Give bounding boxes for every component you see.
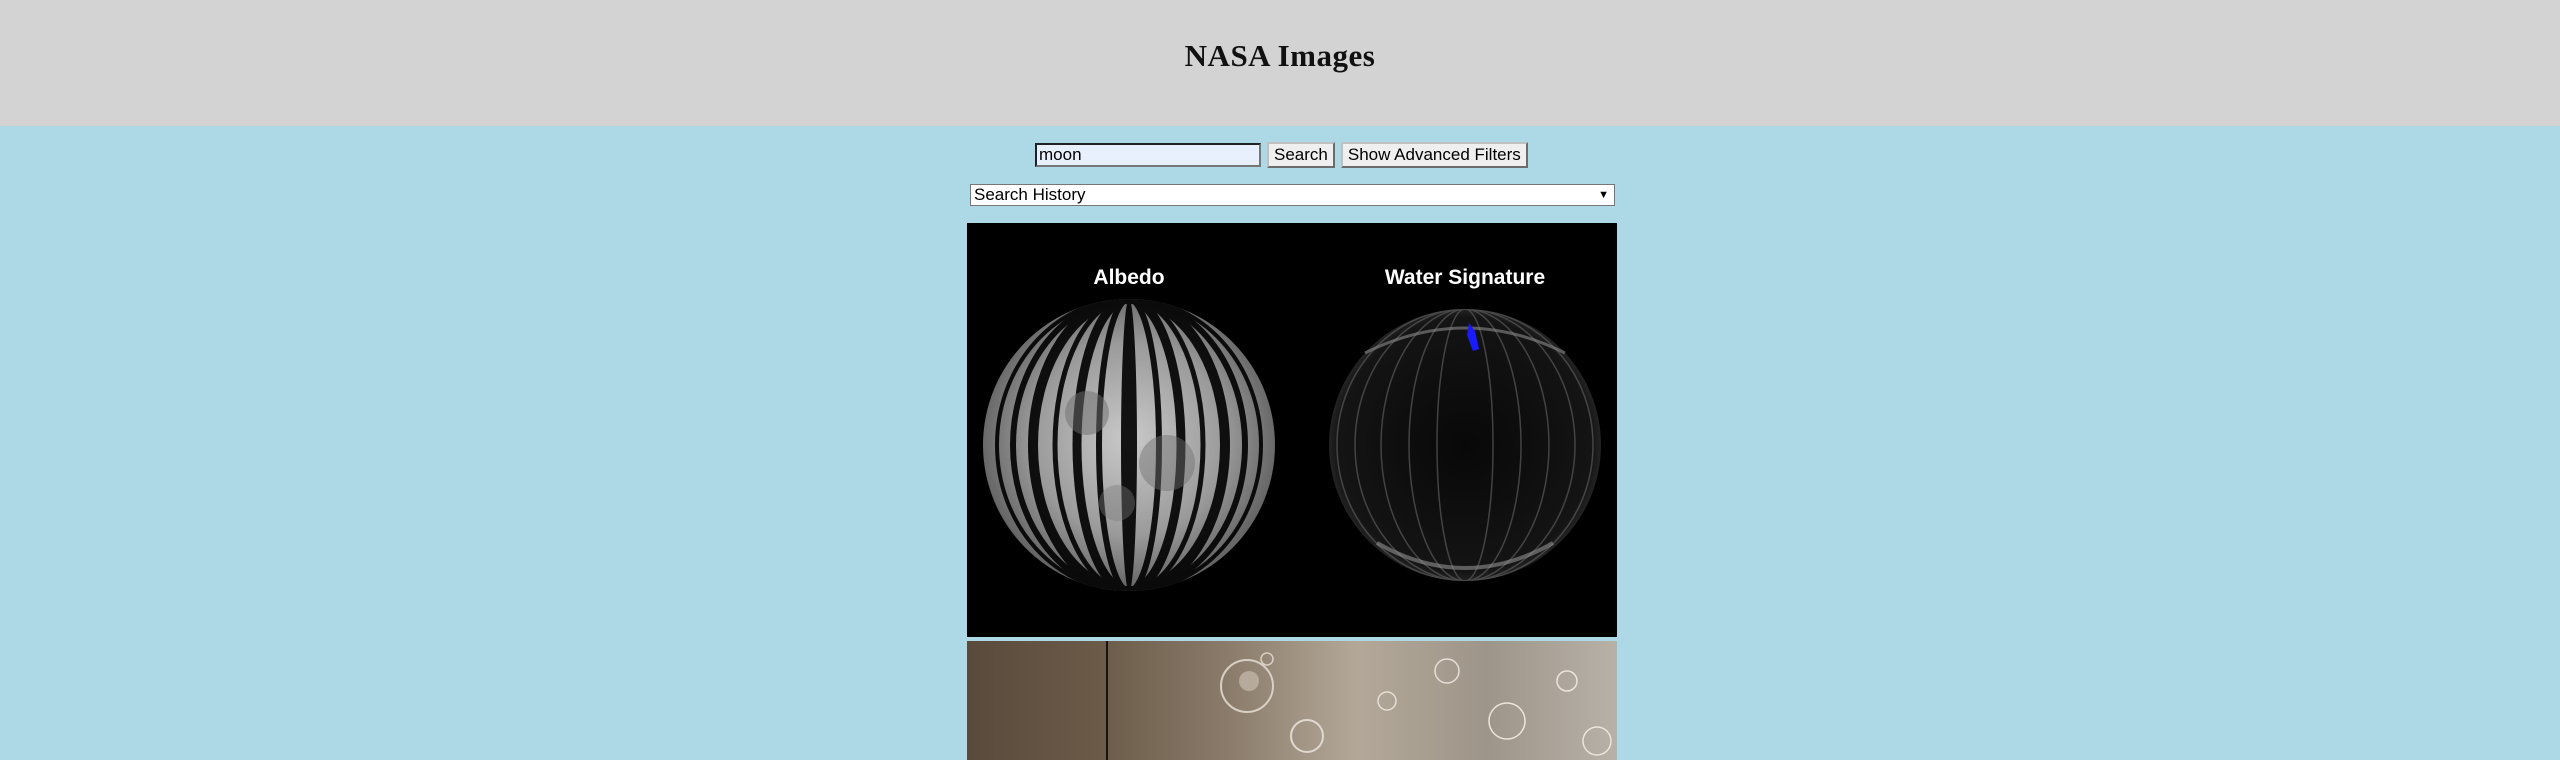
result-image-moon-surface[interactable] <box>967 641 1617 760</box>
search-input[interactable] <box>1035 143 1261 167</box>
search-bar: Search Show Advanced Filters <box>1035 142 1528 168</box>
albedo-moon-globe <box>983 299 1275 591</box>
page-header: NASA Images <box>0 0 2560 126</box>
page-title: NASA Images <box>1184 38 1376 73</box>
search-button[interactable]: Search <box>1267 142 1335 168</box>
advanced-filters-button[interactable]: Show Advanced Filters <box>1340 142 1528 168</box>
search-history-value: Search History <box>974 185 1086 204</box>
search-history-select[interactable]: Search History ▼ <box>970 184 1615 206</box>
water-signature-moon-globe <box>1329 309 1601 581</box>
albedo-caption: Albedo <box>1093 266 1164 289</box>
moon-surface-image <box>1106 641 1612 760</box>
water-signature-caption: Water Signature <box>1385 266 1545 289</box>
moon-albedo-water-image: Albedo Water Signature <box>983 266 1601 591</box>
result-image-albedo-water[interactable]: Albedo Water Signature <box>967 223 1617 637</box>
dropdown-arrow-icon: ▼ <box>1598 189 1609 201</box>
